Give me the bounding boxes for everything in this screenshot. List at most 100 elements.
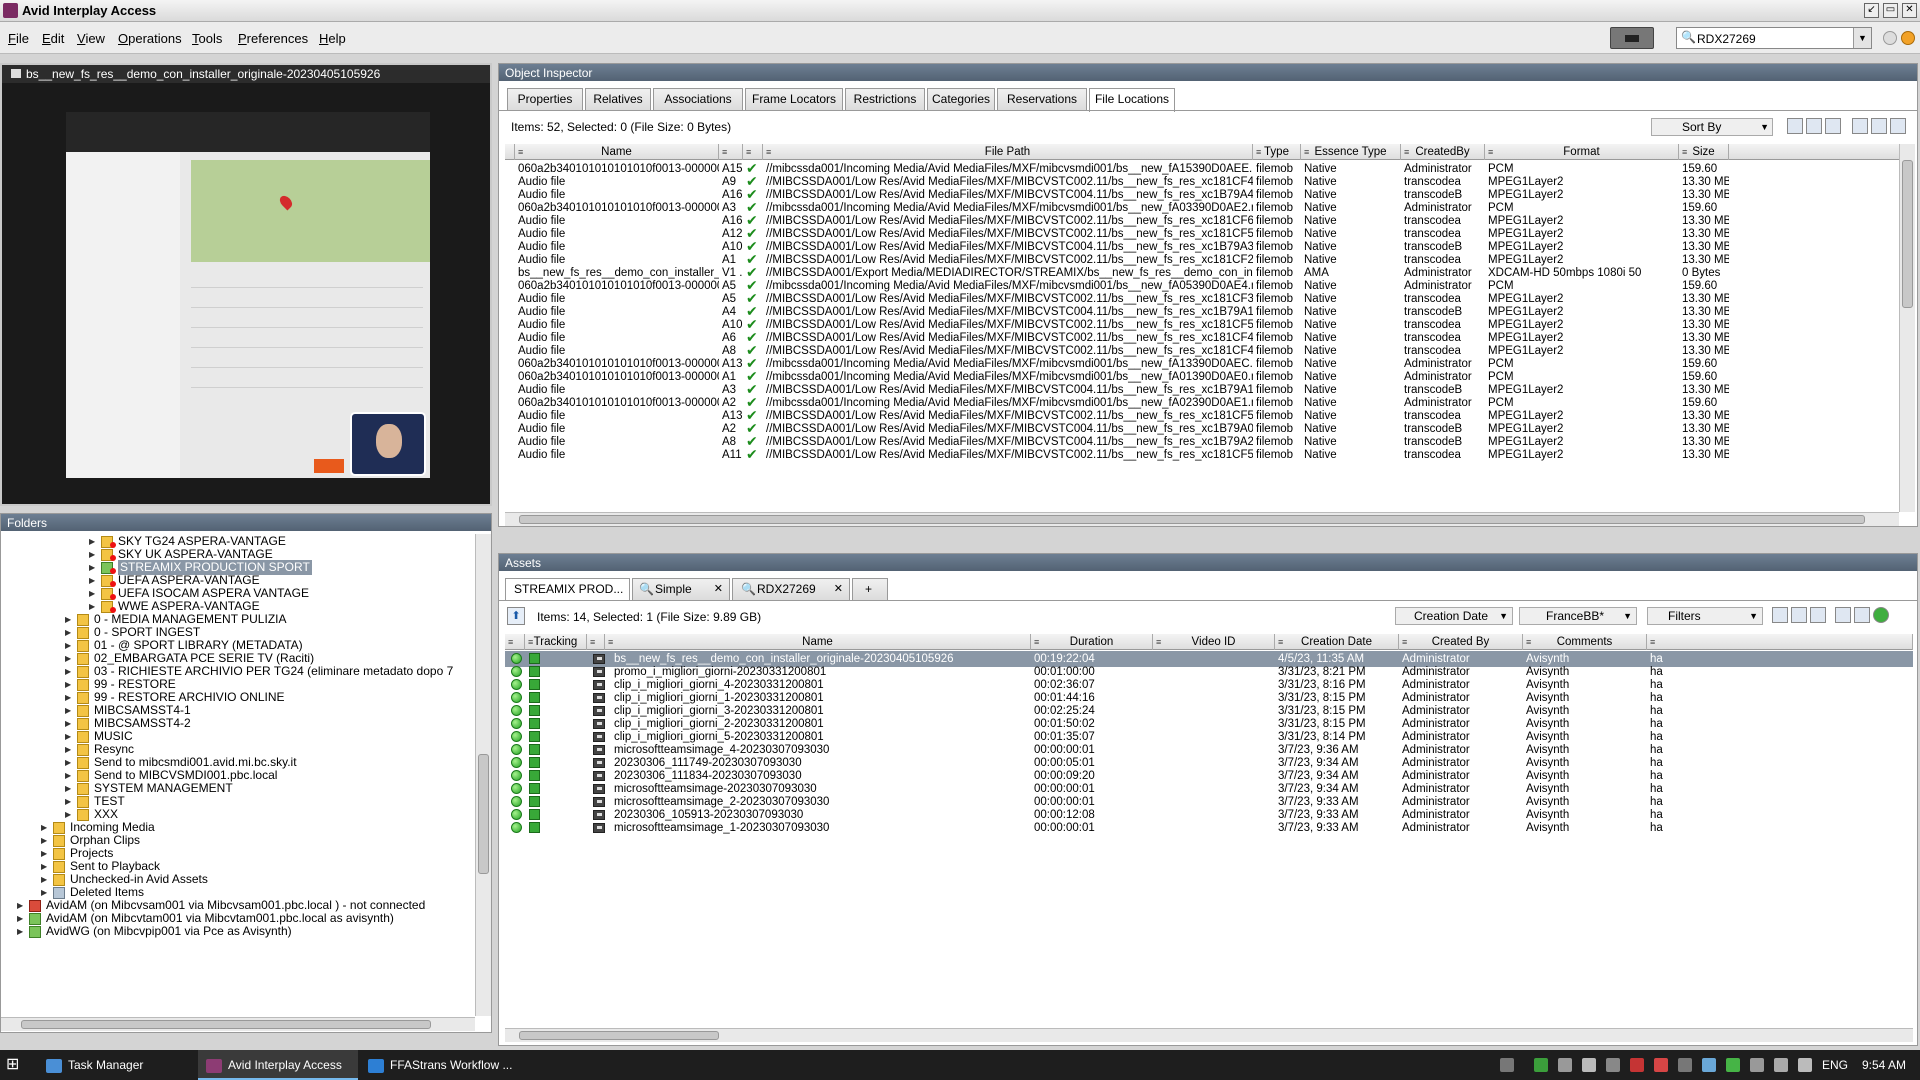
language-indicator[interactable]: ENG — [1822, 1050, 1848, 1080]
file-locations-table[interactable]: ≡ Name ≡ ≡ ≡ File Path ≡ Type ≡ Essence Type ≡ Crea… — [505, 144, 1899, 512]
column-header[interactable]: ≡ — [743, 144, 763, 160]
search-combo[interactable]: 🔍 RDX27269 ▼ — [1676, 27, 1872, 49]
menu-operations[interactable]: Operations — [118, 31, 182, 46]
minimize-button[interactable]: ↙ — [1864, 3, 1879, 18]
column-menu-icon[interactable]: ≡ — [1256, 144, 1261, 160]
expand-toggle-icon[interactable]: ▶ — [65, 785, 73, 793]
column-header[interactable]: ≡ Created By — [1399, 634, 1523, 650]
network-icon[interactable] — [1774, 1058, 1788, 1072]
column-header[interactable]: ≡ Format — [1485, 144, 1679, 160]
taskbar-avid-interplay-access[interactable]: Avid Interplay Access — [198, 1050, 358, 1080]
expand-toggle-icon[interactable]: ▶ — [17, 928, 25, 936]
expand-toggle-icon[interactable]: ▶ — [89, 577, 97, 585]
tab-restrictions[interactable]: Restrictions — [845, 88, 925, 110]
expand-toggle-icon[interactable]: ▶ — [41, 837, 49, 845]
details-view-icon[interactable] — [1806, 118, 1822, 134]
column-header[interactable]: ≡ CreatedBy — [1401, 144, 1485, 160]
clock[interactable]: 9:54 AM — [1862, 1050, 1906, 1080]
media-viewer[interactable]: bs__new_fs_res__demo_con_installer_origi… — [0, 63, 492, 506]
menu-preferences[interactable]: Preferences — [238, 31, 308, 46]
expand-toggle-icon[interactable]: ▶ — [65, 694, 73, 702]
expand-toggle-icon[interactable]: ▶ — [65, 707, 73, 715]
menu-edit[interactable]: Edit — [42, 31, 64, 46]
expand-toggle-icon[interactable]: ▶ — [65, 811, 73, 819]
expand-toggle-icon[interactable]: ▶ — [89, 564, 97, 572]
column-menu-icon[interactable]: ≡ — [608, 634, 613, 650]
layout-1-icon[interactable] — [1852, 118, 1869, 134]
tray-app-icon[interactable] — [1654, 1058, 1668, 1072]
tab-frame-locators[interactable]: Frame Locators — [745, 88, 843, 110]
column-menu-icon[interactable]: ≡ — [1526, 634, 1531, 650]
expand-toggle-icon[interactable]: ▶ — [41, 824, 49, 832]
column-menu-icon[interactable]: ≡ — [1402, 634, 1407, 650]
expand-toggle-icon[interactable]: ▶ — [41, 889, 49, 897]
thumbnail-view-icon[interactable] — [1825, 118, 1841, 134]
tab-categories[interactable]: Categories — [927, 88, 995, 110]
column-header[interactable]: ≡ — [1647, 634, 1913, 650]
layout-3-icon[interactable] — [1890, 118, 1907, 134]
expand-toggle-icon[interactable]: ▶ — [89, 590, 97, 598]
table-row[interactable]: microsoftteamsimage_1-20230307093030 00:0… — [505, 820, 1913, 836]
assets-tab-streamix[interactable]: STREAMIX PROD... — [505, 578, 630, 600]
add-tab-button[interactable]: + — [852, 578, 888, 600]
assets-view-mode-buttons[interactable] — [1769, 607, 1890, 625]
expand-toggle-icon[interactable]: ▶ — [17, 902, 25, 910]
layout-1-icon[interactable] — [1835, 607, 1852, 623]
column-menu-icon[interactable]: ≡ — [722, 144, 727, 160]
column-menu-icon[interactable]: ≡ — [1682, 144, 1687, 160]
column-header[interactable]: ≡ Name — [515, 144, 719, 160]
monitor-toggle-button[interactable] — [1610, 27, 1654, 49]
column-menu-icon[interactable]: ≡ — [508, 634, 513, 650]
folder-tree[interactable]: ▶ SKY TG24 ASPERA-VANTAGE ▶ SKY UK ASPERA-V… — [1, 534, 475, 1016]
expand-toggle-icon[interactable]: ▶ — [65, 616, 73, 624]
refresh-icon[interactable] — [1873, 607, 1890, 623]
thumbnail-view-icon[interactable] — [1810, 607, 1826, 623]
expand-toggle-icon[interactable]: ▶ — [89, 538, 97, 546]
expand-toggle-icon[interactable]: ▶ — [65, 798, 73, 806]
expand-toggle-icon[interactable]: ▶ — [65, 629, 73, 637]
expand-toggle-icon[interactable]: ▶ — [65, 733, 73, 741]
expand-toggle-icon[interactable]: ▶ — [89, 551, 97, 559]
column-menu-icon[interactable]: ≡ — [518, 144, 523, 160]
column-header[interactable]: ≡ — [719, 144, 743, 160]
assets-table[interactable]: ≡ ≡ Tracking ≡ ≡ Name ≡ Duration ≡ Video ID ≡ Creat… — [505, 634, 1913, 1028]
menu-tools[interactable]: Tools — [192, 31, 222, 46]
expand-toggle-icon[interactable]: ▶ — [65, 642, 73, 650]
assets-tab-rdx27269[interactable]: 🔍 RDX27269 ✕ — [732, 578, 850, 600]
column-menu-icon[interactable]: ≡ — [766, 144, 771, 160]
taskbar-task-manager[interactable]: Task Manager — [40, 1050, 192, 1080]
search-input[interactable]: RDX27269 — [1697, 32, 1756, 46]
menu-file[interactable]: File — [8, 31, 29, 46]
column-header[interactable]: ≡ Video ID — [1153, 634, 1275, 650]
column-menu-icon[interactable]: ≡ — [1034, 634, 1039, 650]
expand-toggle-icon[interactable]: ▶ — [65, 746, 73, 754]
tray-app-icon[interactable] — [1558, 1058, 1572, 1072]
column-header[interactable]: ≡ Creation Date — [1275, 634, 1399, 650]
folders-horizontal-scrollbar[interactable] — [1, 1017, 475, 1031]
chevron-down-icon[interactable]: ▼ — [1853, 28, 1871, 48]
column-header[interactable]: ≡ Essence Type — [1301, 144, 1401, 160]
column-header[interactable]: ≡ Name — [605, 634, 1031, 650]
tab-associations[interactable]: Associations — [653, 88, 743, 110]
menu-view[interactable]: View — [77, 31, 105, 46]
file-locations-vertical-scrollbar[interactable] — [1899, 144, 1915, 512]
expand-toggle-icon[interactable]: ▶ — [41, 863, 49, 871]
column-menu-icon[interactable]: ≡ — [590, 634, 595, 650]
tab-properties[interactable]: Properties — [507, 88, 583, 110]
column-header[interactable]: ≡ File Path — [763, 144, 1253, 160]
details-view-icon[interactable] — [1791, 607, 1807, 623]
column-menu-icon[interactable]: ≡ — [1650, 634, 1655, 650]
nvidia-icon[interactable] — [1534, 1058, 1548, 1072]
folder-tree-item[interactable]: AvidWG (on Mibcvpip001 via Pce as Avisyn… — [46, 924, 292, 939]
layout-2-icon[interactable] — [1854, 607, 1871, 623]
column-menu-icon[interactable]: ≡ — [1156, 634, 1161, 650]
column-header[interactable]: ≡ — [587, 634, 605, 650]
layout-2-icon[interactable] — [1871, 118, 1888, 134]
volume-icon[interactable] — [1798, 1058, 1812, 1072]
tray-app-icon[interactable] — [1750, 1058, 1764, 1072]
menu-help[interactable]: Help — [319, 31, 346, 46]
sort-combo[interactable]: Creation Date ▼ — [1395, 607, 1513, 625]
file-locations-horizontal-scrollbar[interactable] — [505, 512, 1899, 526]
assets-horizontal-scrollbar[interactable] — [505, 1028, 1913, 1042]
column-menu-icon[interactable]: ≡ — [1304, 144, 1309, 160]
